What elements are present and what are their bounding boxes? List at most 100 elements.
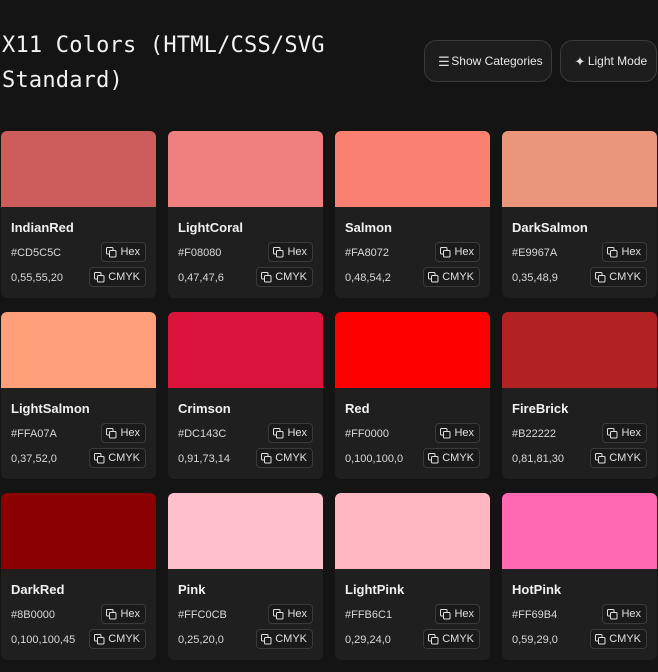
copy-hex-label: Hex	[454, 427, 474, 439]
color-name: HotPink	[512, 582, 562, 597]
color-swatch[interactable]	[1, 312, 156, 388]
color-grid: IndianRed #CD5C5C 0,55,55,20 Hex CMYK LightCo…	[1, 131, 657, 660]
color-name: LightSalmon	[11, 401, 90, 416]
light-mode-button[interactable]: ✦ Light Mode	[560, 40, 657, 82]
color-name: DarkRed	[11, 582, 65, 597]
color-name: DarkSalmon	[512, 220, 588, 235]
copy-hex-button[interactable]: Hex	[101, 242, 146, 262]
color-card: DarkRed #8B0000 0,100,100,45 Hex CMYK	[1, 493, 156, 660]
copy-cmyk-label: CMYK	[108, 271, 140, 283]
copy-hex-button[interactable]: Hex	[602, 604, 647, 624]
copy-cmyk-button[interactable]: CMYK	[256, 267, 313, 287]
cmyk-value: 0,100,100,45	[11, 634, 76, 646]
color-swatch[interactable]	[168, 312, 323, 388]
copy-cmyk-button[interactable]: CMYK	[423, 629, 480, 649]
copy-icon	[595, 633, 606, 644]
copy-icon	[595, 271, 606, 282]
copy-hex-button[interactable]: Hex	[602, 242, 647, 262]
copy-icon	[261, 633, 272, 644]
copy-cmyk-button[interactable]: CMYK	[256, 448, 313, 468]
copy-hex-button[interactable]: Hex	[435, 423, 480, 443]
copy-cmyk-button[interactable]: CMYK	[89, 448, 146, 468]
color-name: LightCoral	[178, 220, 243, 235]
color-swatch[interactable]	[335, 131, 490, 207]
color-swatch[interactable]	[168, 131, 323, 207]
color-card: Salmon #FA8072 0,48,54,2 Hex CMYK	[335, 131, 490, 298]
hex-value: #FFA07A	[11, 428, 57, 440]
cmyk-value: 0,35,48,9	[512, 272, 558, 284]
copy-icon	[94, 271, 105, 282]
copy-icon	[273, 246, 284, 257]
copy-cmyk-button[interactable]: CMYK	[89, 267, 146, 287]
copy-icon	[106, 246, 117, 257]
color-name: Salmon	[345, 220, 392, 235]
menu-icon: ☰	[438, 53, 450, 69]
copy-hex-button[interactable]: Hex	[435, 604, 480, 624]
copy-cmyk-button[interactable]: CMYK	[89, 629, 146, 649]
copy-hex-label: Hex	[287, 427, 307, 439]
copy-hex-button[interactable]: Hex	[268, 242, 313, 262]
copy-icon	[428, 271, 439, 282]
hex-value: #FFC0CB	[178, 609, 227, 621]
copy-cmyk-button[interactable]: CMYK	[590, 629, 647, 649]
copy-icon	[428, 633, 439, 644]
hex-value: #FA8072	[345, 247, 390, 259]
hex-value: #8B0000	[11, 609, 56, 621]
copy-icon	[440, 608, 451, 619]
color-card: FireBrick #B22222 0,81,81,30 Hex CMYK	[502, 312, 657, 479]
copy-cmyk-button[interactable]: CMYK	[423, 448, 480, 468]
color-swatch[interactable]	[502, 312, 657, 388]
show-categories-label: Show Categories	[451, 53, 543, 68]
copy-hex-button[interactable]: Hex	[101, 604, 146, 624]
copy-hex-label: Hex	[454, 246, 474, 258]
light-mode-label: Light Mode	[587, 53, 648, 68]
copy-icon	[106, 608, 117, 619]
cmyk-value: 0,59,29,0	[512, 634, 558, 646]
copy-icon	[273, 608, 284, 619]
copy-hex-button[interactable]: Hex	[268, 604, 313, 624]
hex-value: #FF69B4	[512, 609, 558, 621]
color-swatch[interactable]	[502, 131, 657, 207]
cmyk-value: 0,37,52,0	[11, 453, 57, 465]
color-swatch[interactable]	[1, 493, 156, 569]
copy-hex-button[interactable]: Hex	[435, 242, 480, 262]
color-name: Crimson	[178, 401, 231, 416]
color-card: DarkSalmon #E9967A 0,35,48,9 Hex CMYK	[502, 131, 657, 298]
copy-icon	[261, 452, 272, 463]
show-categories-button[interactable]: ☰ Show Categories	[424, 40, 552, 82]
copy-cmyk-button[interactable]: CMYK	[256, 629, 313, 649]
color-card: HotPink #FF69B4 0,59,29,0 Hex CMYK	[502, 493, 657, 660]
color-card: LightCoral #F08080 0,47,47,6 Hex CMYK	[168, 131, 323, 298]
copy-cmyk-button[interactable]: CMYK	[423, 267, 480, 287]
copy-cmyk-label: CMYK	[442, 633, 474, 645]
hex-value: #FFB6C1	[345, 609, 393, 621]
color-swatch[interactable]	[502, 493, 657, 569]
cmyk-value: 0,25,20,0	[178, 634, 224, 646]
copy-hex-label: Hex	[621, 246, 641, 258]
hex-value: #DC143C	[178, 428, 227, 440]
color-card: Red #FF0000 0,100,100,0 Hex CMYK	[335, 312, 490, 479]
copy-hex-button[interactable]: Hex	[268, 423, 313, 443]
color-name: IndianRed	[11, 220, 74, 235]
copy-cmyk-button[interactable]: CMYK	[590, 448, 647, 468]
copy-hex-label: Hex	[120, 246, 140, 258]
copy-cmyk-button[interactable]: CMYK	[590, 267, 647, 287]
copy-icon	[94, 452, 105, 463]
color-swatch[interactable]	[168, 493, 323, 569]
color-swatch[interactable]	[335, 493, 490, 569]
copy-icon	[595, 452, 606, 463]
copy-cmyk-label: CMYK	[442, 452, 474, 464]
copy-hex-button[interactable]: Hex	[101, 423, 146, 443]
color-name: Pink	[178, 582, 206, 597]
hex-value: #B22222	[512, 428, 557, 440]
color-swatch[interactable]	[1, 131, 156, 207]
cmyk-value: 0,29,24,0	[345, 634, 391, 646]
page-title: X11 Colors (HTML/CSS/SVG Standard)	[2, 33, 325, 93]
color-swatch[interactable]	[335, 312, 490, 388]
page: X11 Colors (HTML/CSS/SVG Standard) ☰ Sho…	[0, 0, 658, 672]
color-name: LightPink	[345, 582, 405, 597]
copy-hex-button[interactable]: Hex	[602, 423, 647, 443]
copy-icon	[607, 608, 618, 619]
copy-icon	[94, 633, 105, 644]
hex-value: #CD5C5C	[11, 247, 62, 259]
